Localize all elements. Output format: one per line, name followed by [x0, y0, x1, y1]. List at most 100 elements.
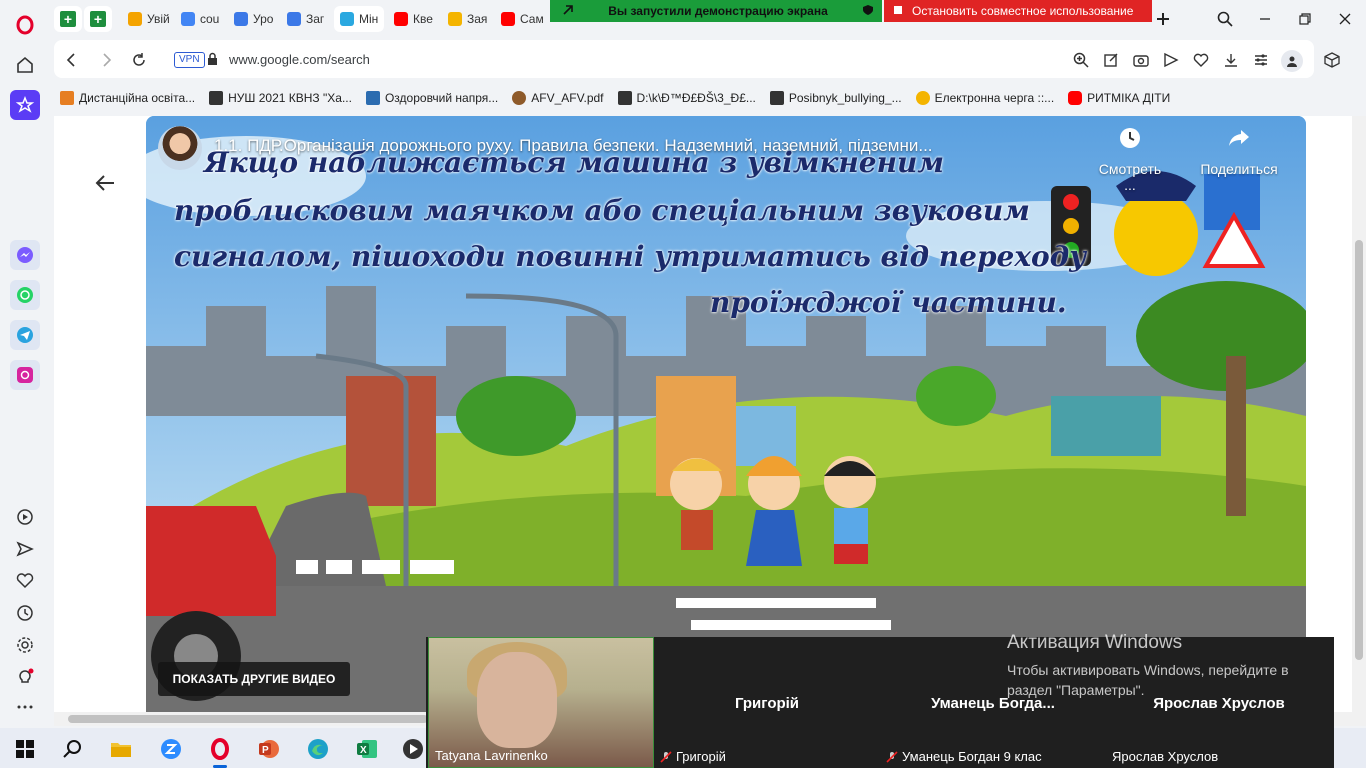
channel-avatar[interactable]	[158, 126, 202, 170]
opera-sidebar	[0, 0, 50, 736]
tab-0[interactable]: Увій	[122, 6, 170, 32]
camera-icon[interactable]	[1131, 50, 1151, 70]
stop-sharing-button[interactable]: Остановить совместное использование	[884, 0, 1152, 22]
download-icon[interactable]	[1221, 50, 1241, 70]
excel-icon[interactable]: X	[352, 734, 382, 764]
mic-muted-icon	[886, 750, 898, 763]
bookmark-item[interactable]: D:\k\Đ™Đ£ĐŠ\3_Đ£...	[617, 91, 756, 105]
tab-7[interactable]: Сам	[495, 6, 547, 32]
share-arrow-icon	[1196, 126, 1282, 153]
vpn-badge[interactable]: VPN	[174, 52, 205, 68]
tab-4-active[interactable]: Мін	[334, 6, 384, 32]
video-player[interactable]: 1.1. ПДР.Організація дорожнього руху. Пр…	[146, 116, 1306, 712]
tab-favicon	[448, 12, 462, 26]
bookmark-item[interactable]: НУШ 2021 КВНЗ "Ха...	[209, 91, 352, 105]
player-icon[interactable]	[10, 502, 40, 532]
search-tabs-icon[interactable]	[1212, 6, 1238, 32]
page-content: 1.1. ПДР.Організація дорожнього руху. Пр…	[54, 116, 1366, 712]
scrollbar-thumb[interactable]	[1355, 240, 1363, 660]
tab-6[interactable]: Зая	[442, 6, 490, 32]
opera-logo-icon[interactable]	[10, 10, 40, 40]
restore-icon[interactable]	[1292, 6, 1318, 32]
extensions-cube-icon[interactable]	[1322, 50, 1342, 70]
bookmark-item[interactable]: AFV_AFV.pdf	[512, 91, 604, 105]
zoom-app-icon[interactable]	[156, 734, 186, 764]
bookmark-item[interactable]: Електронна черга ::...	[915, 91, 1054, 105]
tab-favicon	[181, 12, 195, 26]
tab-5[interactable]: Кве	[388, 6, 436, 32]
participant-tile[interactable]: Григорій Григорій	[654, 637, 880, 768]
settings-icon[interactable]	[10, 630, 40, 660]
minimize-icon[interactable]	[1252, 6, 1278, 32]
windows-start-icon[interactable]	[10, 734, 40, 764]
slide-text-line: проблисковим маячком або спеціальним зву…	[174, 194, 1030, 227]
bookmark-heart-icon[interactable]	[1191, 50, 1211, 70]
address-row: VPN www.google.com/search	[50, 38, 1366, 82]
tab-3[interactable]: Заг	[281, 6, 329, 32]
tab-2[interactable]: Уро	[228, 6, 276, 32]
forward-icon[interactable]	[96, 49, 118, 71]
participant-name: Ярослав Хруслов	[1112, 749, 1219, 764]
search-icon[interactable]	[58, 734, 88, 764]
participant-tile[interactable]: Уманець Богда... Уманець Богдан 9 клас	[880, 637, 1106, 768]
zoom-icon[interactable]	[1071, 50, 1091, 70]
watch-later-button[interactable]: Смотреть ...	[1096, 126, 1164, 193]
send-icon[interactable]	[1161, 50, 1181, 70]
video-conference-panel: Tatyana Lavrinenko Григорій Григорій Ума…	[426, 637, 1334, 768]
tab-favicon	[287, 12, 301, 26]
scrollbar-thumb[interactable]	[68, 715, 428, 723]
bookmark-item[interactable]: Posibnyk_bullying_...	[769, 91, 902, 105]
whatsapp-icon[interactable]	[10, 280, 40, 310]
profile-icon[interactable]	[1281, 50, 1303, 72]
tab-1[interactable]: cou	[175, 6, 223, 32]
share-button[interactable]: Поделиться	[1196, 126, 1282, 177]
tips-bulb-icon[interactable]	[10, 662, 40, 692]
more-videos-button[interactable]: ПОКАЗАТЬ ДРУГИЕ ВИДЕО	[158, 662, 350, 696]
bookmark-item[interactable]: РИТМІКА ДІТИ	[1068, 91, 1170, 105]
history-icon[interactable]	[10, 598, 40, 628]
bookmarks-bar: Дистанційна освіта... НУШ 2021 КВНЗ "Ха.…	[60, 86, 1366, 110]
svg-text:X: X	[360, 745, 367, 756]
shield-icon	[862, 4, 874, 19]
opera-taskbar-icon[interactable]	[205, 734, 235, 768]
participant-face	[477, 652, 557, 748]
back-arrow-icon[interactable]	[94, 172, 116, 197]
bookmark-item[interactable]: Дистанційна освіта...	[60, 91, 195, 105]
bookmark-item[interactable]: Оздоровчий напря...	[365, 91, 498, 105]
windows-taskbar: P X	[0, 728, 426, 768]
send-icon[interactable]	[10, 534, 40, 564]
taskbar-notification-area[interactable]	[1334, 728, 1366, 768]
sheets-tab-icon-2[interactable]: +	[84, 6, 112, 32]
participant-tile[interactable]: Ярослав Хруслов Ярослав Хруслов	[1106, 637, 1332, 768]
bookmark-favicon	[915, 91, 930, 105]
tab-favicon	[128, 12, 142, 26]
participant-tile-self[interactable]: Tatyana Lavrinenko	[428, 637, 654, 768]
telegram-icon[interactable]	[10, 320, 40, 350]
new-tab-icon[interactable]	[1150, 6, 1176, 32]
instagram-icon[interactable]	[10, 360, 40, 390]
edge-icon[interactable]	[303, 734, 333, 764]
edit-icon[interactable]	[1101, 50, 1121, 70]
easy-setup-icon[interactable]	[1251, 50, 1271, 70]
file-explorer-icon[interactable]	[106, 734, 136, 764]
media-player-icon[interactable]	[398, 734, 428, 764]
participant-display-name: Ярослав Хруслов	[1153, 695, 1285, 712]
youtube-favicon	[1068, 91, 1083, 105]
more-icon[interactable]	[10, 692, 40, 722]
back-icon[interactable]	[60, 49, 82, 71]
lock-icon[interactable]	[207, 52, 218, 69]
slide-text-line: проїжджої частини.	[710, 286, 1067, 319]
clock-icon	[1096, 126, 1164, 153]
participant-name: Tatyana Lavrinenko	[435, 748, 548, 763]
reload-icon[interactable]	[128, 49, 150, 71]
mic-muted-icon	[660, 750, 672, 763]
url-text[interactable]: www.google.com/search	[229, 52, 370, 67]
home-icon[interactable]	[10, 50, 40, 80]
vertical-scrollbar[interactable]	[1352, 116, 1366, 712]
heart-icon[interactable]	[10, 566, 40, 596]
messenger-icon[interactable]	[10, 240, 40, 270]
close-icon[interactable]	[1332, 6, 1358, 32]
speed-dial-icon[interactable]	[10, 90, 40, 120]
sheets-tab-icon[interactable]: +	[54, 6, 82, 32]
powerpoint-icon[interactable]: P	[254, 734, 284, 764]
